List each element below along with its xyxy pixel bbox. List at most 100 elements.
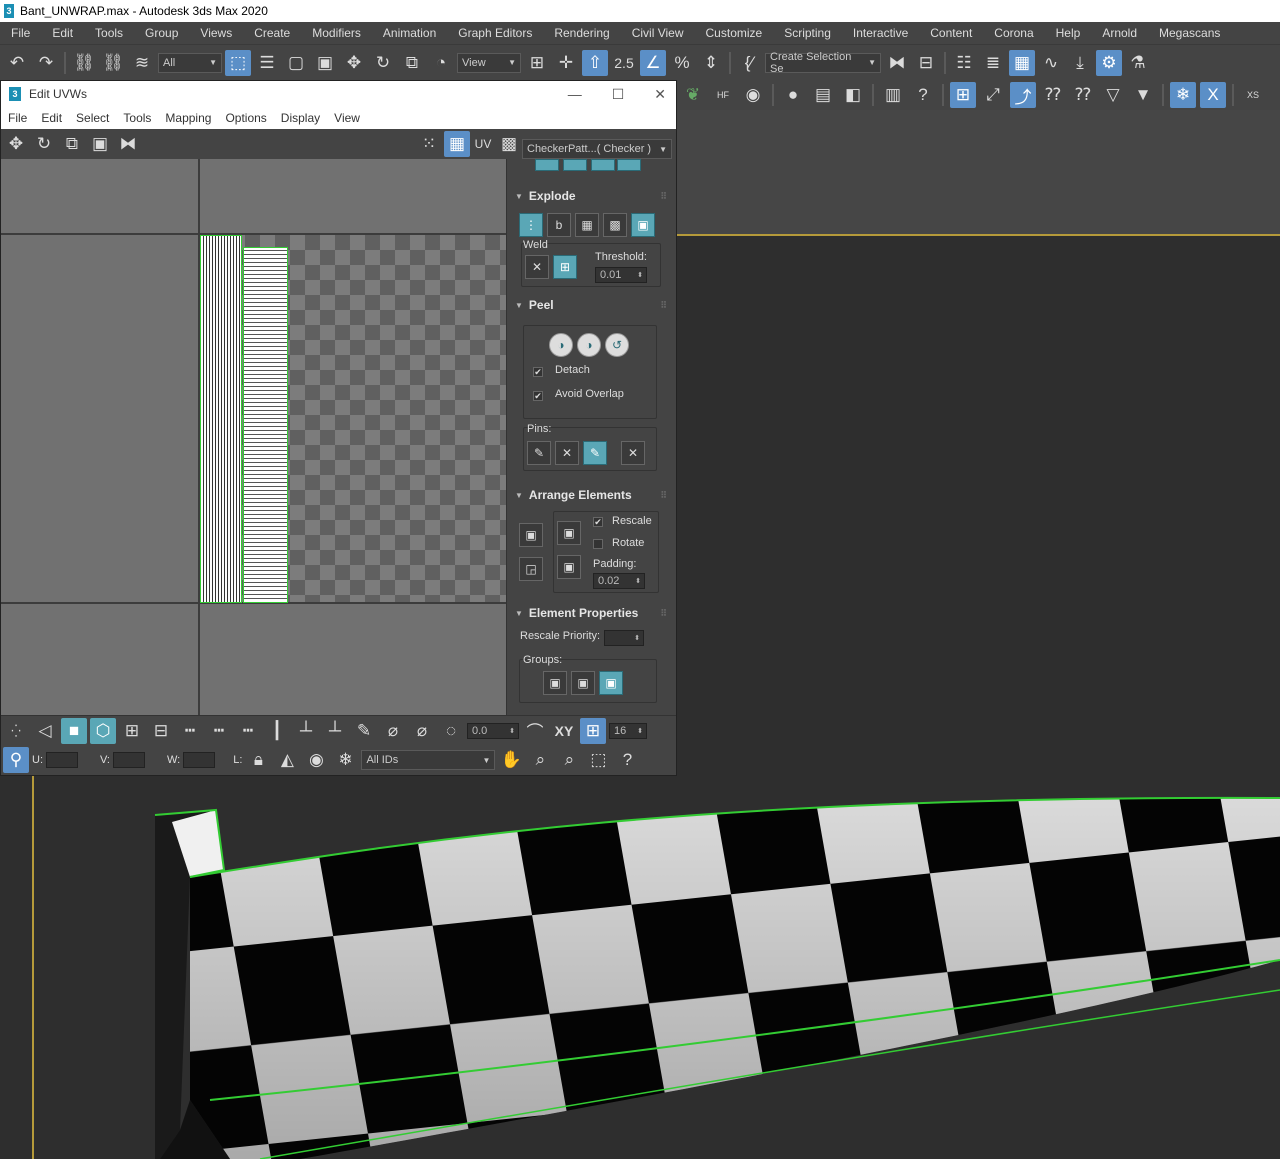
bind-space-warp-icon[interactable]: ≋ <box>129 50 155 76</box>
break-by-material-icon[interactable]: ▦ <box>575 213 599 237</box>
id-filter-dropdown[interactable]: All IDs ▼ <box>361 750 496 770</box>
menu-views[interactable]: Views <box>189 22 243 44</box>
pack-normalize-icon[interactable]: ◲ <box>519 557 543 581</box>
map-settings-icon[interactable]: ▩ <box>496 131 522 157</box>
menu-customize[interactable]: Customize <box>695 22 774 44</box>
rect-selection-icon[interactable]: ▢ <box>283 50 309 76</box>
menu-edit[interactable]: Edit <box>41 22 84 44</box>
brush-icon[interactable]: ⌀ <box>380 718 406 744</box>
spinner-snap-icon[interactable]: ⇕ <box>698 50 724 76</box>
menu-interactive[interactable]: Interactive <box>842 22 919 44</box>
menu-megascans[interactable]: Megascans <box>1148 22 1231 44</box>
shrink-selection-icon[interactable]: ⊟ <box>148 718 174 744</box>
unlink-icon[interactable]: ⛓ <box>100 50 126 76</box>
explode-rollout-header[interactable]: ▼ Explode ⠿ <box>511 187 671 205</box>
pivot-icon[interactable]: ⊞ <box>524 50 550 76</box>
align-down-icon[interactable]: ┴ <box>322 718 348 744</box>
uvw-menu-select[interactable]: Select <box>69 111 116 125</box>
quick-peel-icon[interactable]: ◑ <box>549 333 573 357</box>
freeze-icon[interactable]: ❄ <box>1170 82 1196 108</box>
unpin-icon[interactable]: ✕ <box>555 441 579 465</box>
menu-modifiers[interactable]: Modifiers <box>301 22 372 44</box>
layer-explorer-icon[interactable]: ≣ <box>980 50 1006 76</box>
grass-icon[interactable]: ❦ <box>680 82 706 108</box>
checker-mesh[interactable] <box>0 770 1280 1159</box>
uv-editor-canvas[interactable] <box>1 159 506 715</box>
snaps-toggle-icon[interactable]: 2.5 <box>611 50 637 76</box>
reset-peel-icon[interactable]: ↺ <box>605 333 629 357</box>
percent-snap-icon[interactable]: % <box>669 50 695 76</box>
menu-create[interactable]: Create <box>243 22 301 44</box>
break-by-polygon-icon[interactable]: ⋮ <box>519 213 543 237</box>
snap-c-icon[interactable]: ▽ <box>1100 82 1126 108</box>
quick-planar-icon[interactable] <box>535 159 559 171</box>
group-selected-icon[interactable]: ▣ <box>543 671 567 695</box>
element-properties-rollout-header[interactable]: ▼ Element Properties ⠿ <box>511 604 671 622</box>
menu-corona[interactable]: Corona <box>983 22 1044 44</box>
maximize-icon[interactable]: ☐ <box>612 86 625 103</box>
select-by-name-icon[interactable]: ☰ <box>254 50 280 76</box>
arrange-rollout-header[interactable]: ▼ Arrange Elements ⠿ <box>511 486 671 504</box>
show-grid-icon[interactable]: ⁙ <box>416 131 442 157</box>
hf-icon[interactable]: HF <box>710 82 736 108</box>
lock-icon[interactable]: 🔒︎ <box>245 747 271 773</box>
keyboard-shortcut-override-icon[interactable]: ⇧ <box>582 49 608 76</box>
menu-group[interactable]: Group <box>134 22 189 44</box>
eye-icon[interactable]: ◉ <box>303 747 329 773</box>
snap-a-icon[interactable]: ⁇ <box>1040 82 1066 108</box>
ungroup-selected-icon[interactable]: ▣ <box>571 671 595 695</box>
uv-island[interactable] <box>243 247 288 603</box>
menu-scripting[interactable]: Scripting <box>773 22 842 44</box>
rotate-icon[interactable]: ↻ <box>31 131 57 157</box>
uvw-menu-view[interactable]: View <box>327 111 367 125</box>
soft-selection-icon[interactable]: ◌ <box>438 718 464 744</box>
mirror-icon[interactable]: ⧓ <box>884 50 910 76</box>
pan-icon[interactable]: ✋ <box>498 747 524 773</box>
menu-help[interactable]: Help <box>1045 22 1092 44</box>
window-crossing-icon[interactable]: ▣ <box>312 50 338 76</box>
vertex-snap-icon[interactable]: ⤢ <box>980 82 1006 108</box>
w-field[interactable] <box>183 752 216 768</box>
uv-island[interactable] <box>200 235 242 603</box>
rescale-priority-spinner[interactable]: ⬍ <box>604 630 644 646</box>
pack-rescale-icon[interactable]: ▣ <box>557 555 581 579</box>
avoid-overlap-checkbox[interactable]: ✔ <box>533 391 543 401</box>
mirror-icon[interactable]: ⧓ <box>115 131 141 157</box>
freeform-icon[interactable]: ▣ <box>87 131 113 157</box>
xp-icon[interactable]: X <box>1200 82 1226 108</box>
move-icon[interactable]: ✥ <box>341 50 367 76</box>
break-by-smoothing-icon[interactable]: b <box>547 213 571 237</box>
select-object-icon[interactable]: ⬚ <box>225 49 251 76</box>
padding-spinner[interactable]: 0.02 ⬍ <box>593 573 645 589</box>
soft-select-icon[interactable]: ⊞ <box>580 717 606 744</box>
uvw-menu-tools[interactable]: Tools <box>116 111 158 125</box>
uvw-menu-options[interactable]: Options <box>218 111 273 125</box>
hide-icon[interactable]: ◭ <box>274 747 300 773</box>
falloff-curve-icon[interactable]: ⌒ <box>522 718 548 744</box>
select-pinned-icon[interactable]: ✕ <box>621 441 645 465</box>
pack-custom-icon[interactable]: ▣ <box>519 523 543 547</box>
help-icon[interactable]: ? <box>614 747 640 773</box>
material-editor-icon[interactable]: ⚗ <box>1125 50 1151 76</box>
placement-icon[interactable]: ◔ <box>428 50 454 76</box>
menu-animation[interactable]: Animation <box>372 22 447 44</box>
cylindrical-icon[interactable] <box>591 159 615 171</box>
edit-named-selection-icon[interactable]: {⁄ <box>736 50 762 76</box>
dope-sheet-icon[interactable]: ⤓ <box>1067 50 1093 76</box>
edge-loop-icon[interactable]: ┃ <box>264 718 290 744</box>
ring-b-icon[interactable]: ┅ <box>235 718 261 744</box>
falloff-spinner[interactable]: 0.0 ⬍ <box>467 722 519 739</box>
ring-icon[interactable]: ┅ <box>206 718 232 744</box>
render-icon[interactable]: ◧ <box>840 82 866 108</box>
grow-selection-icon[interactable]: ⊞ <box>119 718 145 744</box>
menu-arnold[interactable]: Arnold <box>1091 22 1148 44</box>
uvw-menu-edit[interactable]: Edit <box>34 111 69 125</box>
render-setup-icon[interactable]: ▤ <box>810 82 836 108</box>
menu-civil-view[interactable]: Civil View <box>621 22 695 44</box>
vertex-mode-icon[interactable]: ⁛ <box>3 718 29 744</box>
scene-explorer-icon[interactable]: ☷ <box>951 50 977 76</box>
zoom-icon[interactable]: ⌕ <box>527 747 553 773</box>
ribbon-icon[interactable]: ▦ <box>1009 49 1035 76</box>
xy-space-toggle[interactable]: XY <box>551 718 577 744</box>
selection-filter-dropdown[interactable]: All ▼ <box>158 52 222 73</box>
